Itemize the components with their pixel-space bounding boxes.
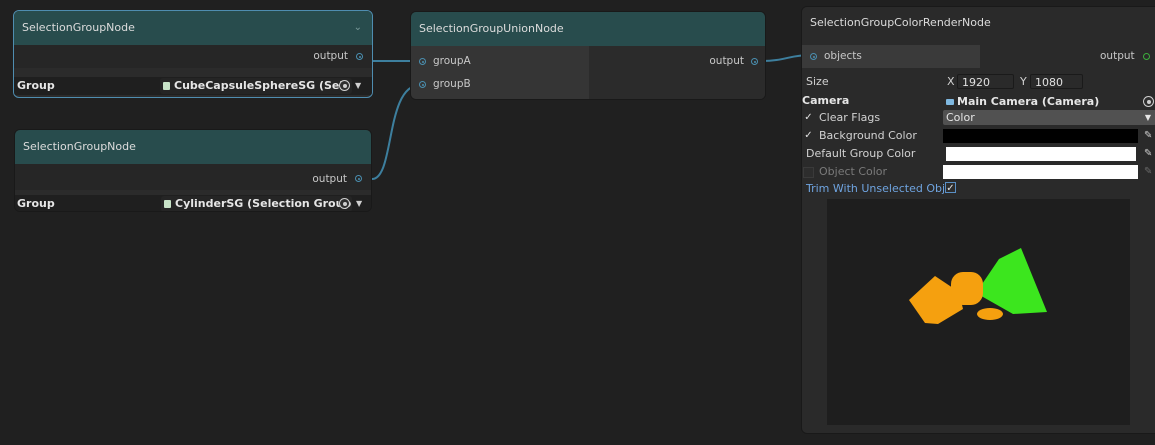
union-output-port[interactable]: output bbox=[590, 50, 765, 73]
orange-capsule-shape bbox=[951, 272, 983, 305]
eyedropper-icon[interactable]: ✎ bbox=[1144, 166, 1154, 178]
dropdown-triangle-icon[interactable]: ▼ bbox=[356, 195, 362, 211]
orange-cylinder-shape bbox=[977, 308, 1003, 320]
camera-field[interactable]: Main Camera (Camera) bbox=[943, 94, 1155, 110]
union-node-outputs: output bbox=[590, 46, 765, 99]
node-a-output-label: output bbox=[313, 50, 348, 62]
render-preview-image bbox=[909, 248, 1047, 324]
input-port-icon[interactable] bbox=[419, 58, 426, 65]
default-group-color-label: Default Group Color bbox=[806, 147, 916, 160]
trim-label: Trim With Unselected Objs bbox=[806, 182, 951, 195]
background-color-label: Background Color bbox=[819, 129, 917, 142]
node-a-output-port[interactable]: output bbox=[14, 45, 372, 68]
node-a-group-value: CubeCapsuleSphereSG (Sel bbox=[174, 79, 344, 92]
output-port-icon[interactable] bbox=[1143, 53, 1150, 60]
object-color-swatch[interactable] bbox=[943, 165, 1138, 179]
render-preview bbox=[827, 199, 1130, 425]
node-a-group-field[interactable]: CubeCapsuleSphereSG (Sel bbox=[160, 78, 352, 94]
node-b-output-port[interactable]: output bbox=[15, 164, 371, 190]
objects-input-port[interactable]: objects bbox=[802, 45, 980, 68]
node-b-group-value: CylinderSG (Selection Group bbox=[175, 197, 352, 210]
size-x-label: X bbox=[947, 75, 955, 88]
output-port-icon[interactable] bbox=[751, 58, 758, 65]
node-b-title: SelectionGroupNode bbox=[23, 140, 136, 153]
object-picker-icon[interactable] bbox=[339, 80, 350, 91]
camera-value: Main Camera (Camera) bbox=[957, 95, 1100, 108]
render-node-ports: objects output bbox=[802, 45, 1155, 68]
green-cone-shape bbox=[976, 248, 1047, 314]
group-a-label: groupA bbox=[433, 55, 471, 67]
selection-group-asset-icon bbox=[163, 82, 170, 90]
size-y-field[interactable]: 1080 bbox=[1030, 74, 1083, 89]
selection-group-color-render-node[interactable]: SelectionGroupColorRenderNode objects ou… bbox=[801, 6, 1155, 434]
group-b-input-port[interactable]: groupB bbox=[411, 73, 589, 96]
node-b-group-row: Group CylinderSG (Selection Group ▼ bbox=[15, 195, 371, 211]
node-a-group-row: Group CubeCapsuleSphereSG (Sel ▼ bbox=[14, 77, 372, 95]
node-b-group-field[interactable]: CylinderSG (Selection Group bbox=[161, 196, 352, 211]
union-node-title: SelectionGroupUnionNode bbox=[419, 22, 564, 35]
group-a-input-port[interactable]: groupA bbox=[411, 50, 589, 73]
output-port-icon[interactable] bbox=[355, 175, 362, 182]
union-node-header[interactable]: SelectionGroupUnionNode bbox=[411, 12, 765, 46]
dropdown-triangle-icon[interactable]: ▼ bbox=[355, 77, 361, 95]
output-port-icon[interactable] bbox=[356, 53, 363, 60]
background-color-checkbox[interactable]: ✓ bbox=[803, 130, 814, 141]
default-group-color-swatch[interactable] bbox=[946, 147, 1136, 161]
background-color-swatch[interactable] bbox=[943, 129, 1138, 143]
union-node-inputs: groupA groupB bbox=[411, 46, 589, 99]
input-port-icon[interactable] bbox=[419, 81, 426, 88]
node-a-header[interactable]: SelectionGroupNode ⌄ bbox=[14, 11, 372, 45]
clear-flags-value: Color bbox=[946, 111, 975, 124]
node-b-group-label: Group bbox=[17, 197, 55, 210]
selection-group-node-b[interactable]: SelectionGroupNode output Group Cylinder… bbox=[14, 129, 372, 212]
clear-flags-checkbox[interactable]: ✓ bbox=[803, 112, 814, 123]
camera-icon bbox=[946, 99, 954, 105]
selection-group-union-node[interactable]: SelectionGroupUnionNode groupA groupB ou… bbox=[410, 11, 766, 100]
eyedropper-icon[interactable]: ✎ bbox=[1144, 130, 1154, 142]
render-output-label: output bbox=[1100, 50, 1135, 62]
object-picker-icon[interactable] bbox=[1143, 96, 1154, 107]
union-output-label: output bbox=[709, 55, 744, 67]
clear-flags-label: Clear Flags bbox=[819, 111, 881, 124]
object-picker-icon[interactable] bbox=[339, 198, 350, 209]
object-color-checkbox[interactable] bbox=[803, 167, 814, 178]
size-y-label: Y bbox=[1020, 75, 1027, 88]
size-x-field[interactable]: 1920 bbox=[957, 74, 1014, 89]
render-node-title: SelectionGroupColorRenderNode bbox=[810, 16, 991, 29]
eyedropper-icon[interactable]: ✎ bbox=[1144, 148, 1154, 160]
node-b-output-label: output bbox=[312, 173, 347, 185]
chevron-down-icon[interactable]: ⌄ bbox=[354, 11, 362, 45]
camera-label: Camera bbox=[802, 94, 850, 107]
object-color-label: Object Color bbox=[819, 165, 888, 178]
objects-label: objects bbox=[824, 50, 862, 62]
input-port-icon[interactable] bbox=[810, 53, 817, 60]
selection-group-node-a[interactable]: SelectionGroupNode ⌄ output Group CubeCa… bbox=[13, 10, 373, 98]
render-node-header[interactable]: SelectionGroupColorRenderNode bbox=[802, 7, 1155, 39]
clear-flags-dropdown[interactable]: Color ▼ bbox=[943, 110, 1155, 125]
group-b-label: groupB bbox=[433, 78, 471, 90]
dropdown-arrow-icon: ▼ bbox=[1144, 113, 1151, 122]
size-label: Size bbox=[806, 75, 829, 88]
trim-checkbox[interactable]: ✓ bbox=[945, 182, 956, 194]
node-b-header[interactable]: SelectionGroupNode bbox=[15, 130, 371, 164]
selection-group-asset-icon bbox=[164, 200, 171, 208]
node-a-title: SelectionGroupNode bbox=[22, 21, 135, 34]
node-a-group-label: Group bbox=[17, 79, 55, 92]
